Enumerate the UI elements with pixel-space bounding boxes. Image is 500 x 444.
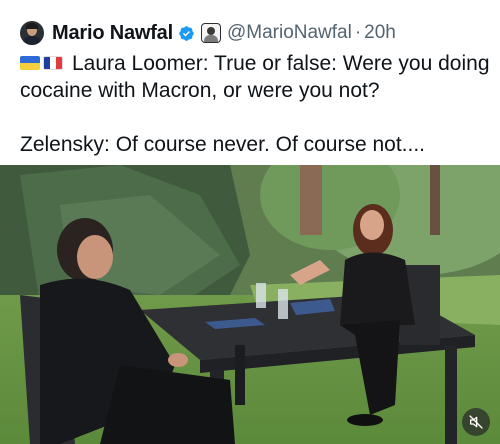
author-display-name[interactable]: Mario Nawfal (52, 22, 173, 45)
ukraine-flag-icon (20, 55, 40, 70)
tweet-text-1: Laura Loomer: True or false: Were you do… (72, 52, 490, 75)
flag-icons (20, 55, 66, 70)
author-avatar[interactable] (20, 21, 44, 45)
tweet-text-line-1: Laura Loomer: True or false: Were you do… (20, 50, 490, 77)
verified-badge-icon (179, 25, 194, 41)
video-frame (0, 165, 500, 444)
video-player[interactable] (0, 165, 500, 444)
separator-dot: · (354, 22, 362, 43)
tweet-header: Mario Nawfal @MarioNawfal · 20h (20, 18, 396, 48)
mute-button[interactable] (462, 408, 490, 436)
france-flag-icon (43, 55, 63, 70)
tweet-card[interactable]: Mario Nawfal @MarioNawfal · 20h Laura Lo… (0, 0, 500, 444)
affiliate-badge-icon[interactable] (200, 23, 221, 43)
author-handle[interactable]: @MarioNawfal (227, 22, 352, 44)
tweet-text-line-2: cocaine with Macron, or were you not? (20, 79, 380, 102)
tweet-text-line-3: Zelensky: Of course never. Of course not… (20, 133, 426, 156)
tweet-text: Laura Loomer: True or false: Were you do… (20, 50, 490, 158)
muted-speaker-icon (469, 415, 483, 429)
post-timestamp[interactable]: 20h (364, 22, 396, 44)
